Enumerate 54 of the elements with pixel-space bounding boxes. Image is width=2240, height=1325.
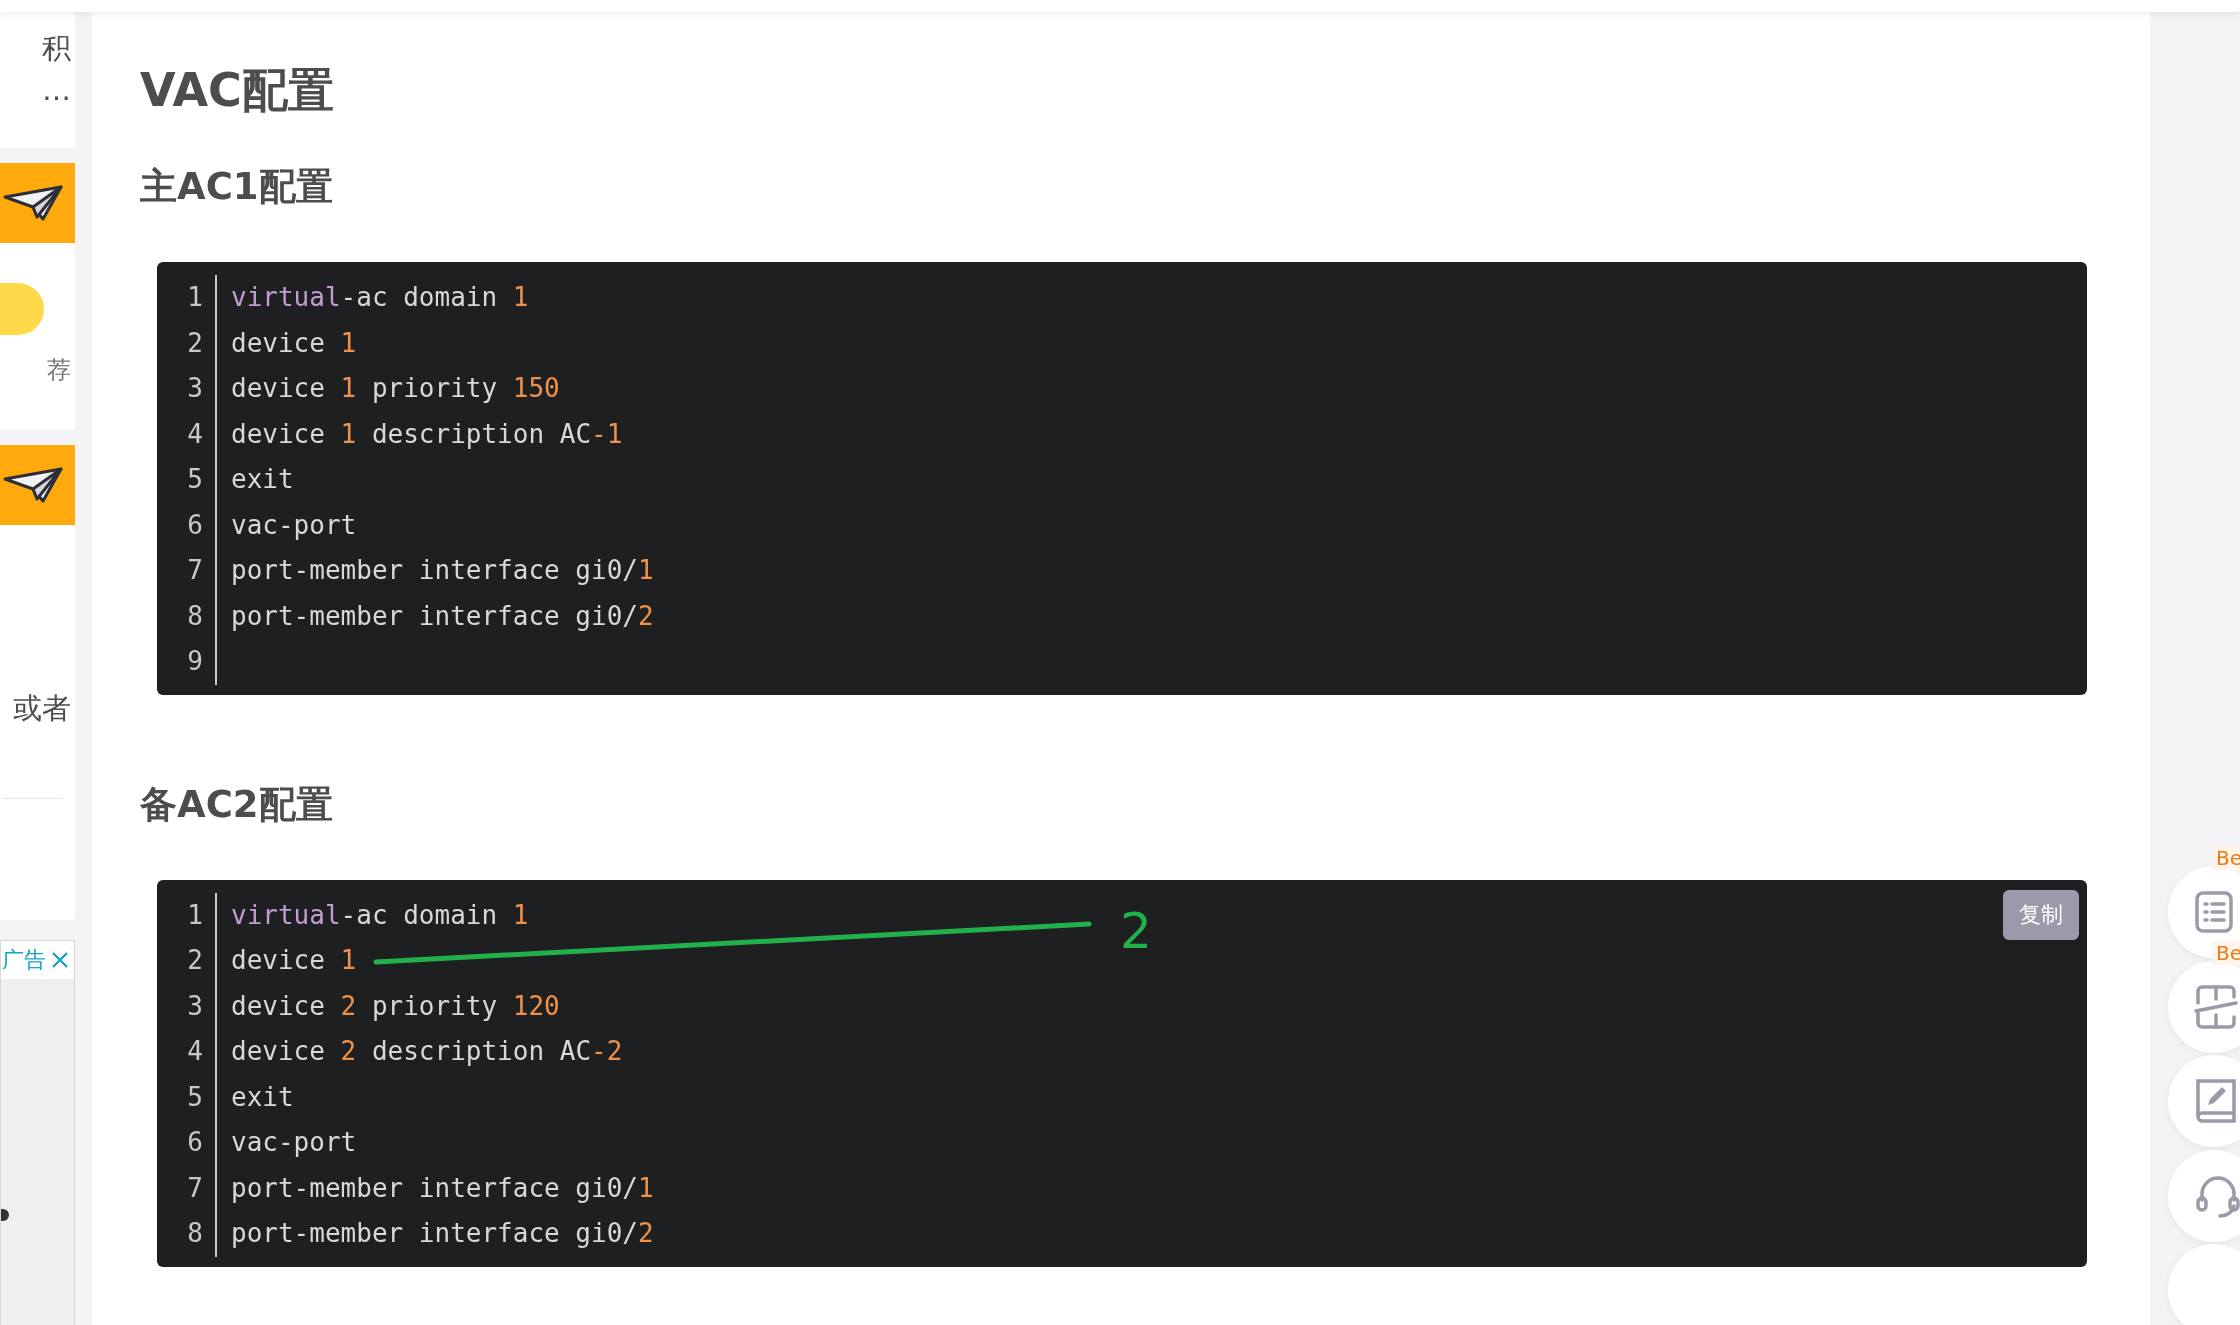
- section-heading: 主AC1配置: [140, 164, 334, 210]
- list-icon: [2194, 890, 2234, 934]
- code-line: port-member interface gi0/2: [231, 1218, 654, 1248]
- line-number: 7: [187, 1171, 203, 1205]
- annotation-label: 2: [1120, 905, 1152, 956]
- line-number: 3: [187, 372, 203, 405]
- line-number: 7: [187, 554, 203, 587]
- code-line: virtual-ac domain 1: [231, 899, 529, 930]
- code-line: vac-port: [231, 509, 357, 540]
- ad-label: 广告: [2, 946, 46, 974]
- recommend-label: 荐: [47, 355, 72, 386]
- line-number: 1: [187, 898, 203, 932]
- ruler-icon: [2194, 982, 2238, 1031]
- paper-plane-icon: [3, 465, 63, 505]
- code-line: device 2 priority 120: [231, 990, 560, 1021]
- line-number: 8: [187, 1217, 203, 1250]
- code-line: device 2 description AC-2: [231, 1036, 623, 1066]
- line-number: 4: [187, 1035, 203, 1068]
- code-line: port-member interface gi0/1: [231, 555, 654, 585]
- code-line: device 1 priority 150: [231, 373, 560, 403]
- notebook-edit-icon: [2194, 1077, 2238, 1126]
- line-number: 1: [187, 281, 203, 314]
- badge: Be: [2212, 940, 2240, 965]
- line-number: 2: [187, 326, 203, 360]
- code-line: port-member interface gi0/1: [231, 1172, 654, 1203]
- code-line: virtual-ac domain 1: [231, 282, 529, 312]
- sidebar-text: 或者: [13, 690, 72, 727]
- code-line: port-member interface gi0/2: [231, 600, 654, 631]
- sidebar-text: 积: [42, 30, 72, 67]
- sidebar-text: …: [42, 71, 72, 109]
- promo-banner[interactable]: [0, 445, 75, 525]
- code-line: vac-port: [231, 1127, 357, 1157]
- line-number: 5: [187, 1080, 203, 1114]
- line-number: 4: [187, 417, 203, 451]
- line-number: 8: [187, 599, 203, 633]
- paper-plane-icon: [3, 183, 63, 223]
- copy-button[interactable]: 复制: [2003, 889, 2079, 940]
- code-line: device 1 description AC-1: [231, 418, 623, 449]
- line-number: 5: [187, 463, 203, 496]
- code-line: exit: [231, 1081, 294, 1112]
- line-number: 2: [187, 944, 203, 977]
- coin-icon: [0, 283, 44, 335]
- line-number: 9: [187, 645, 203, 678]
- line-number: 3: [187, 989, 203, 1023]
- badge: Be: [2212, 846, 2240, 870]
- code-line: device 1: [231, 945, 357, 975]
- promo-banner[interactable]: [0, 163, 75, 243]
- line-number: 6: [187, 1126, 203, 1159]
- section-heading: 备AC2配置: [140, 781, 334, 828]
- article-heading: VAC配置: [140, 62, 335, 119]
- code-line: exit: [231, 464, 294, 494]
- line-number: 6: [187, 508, 203, 542]
- code-line: device 1: [231, 327, 357, 358]
- close-icon[interactable]: [50, 950, 70, 970]
